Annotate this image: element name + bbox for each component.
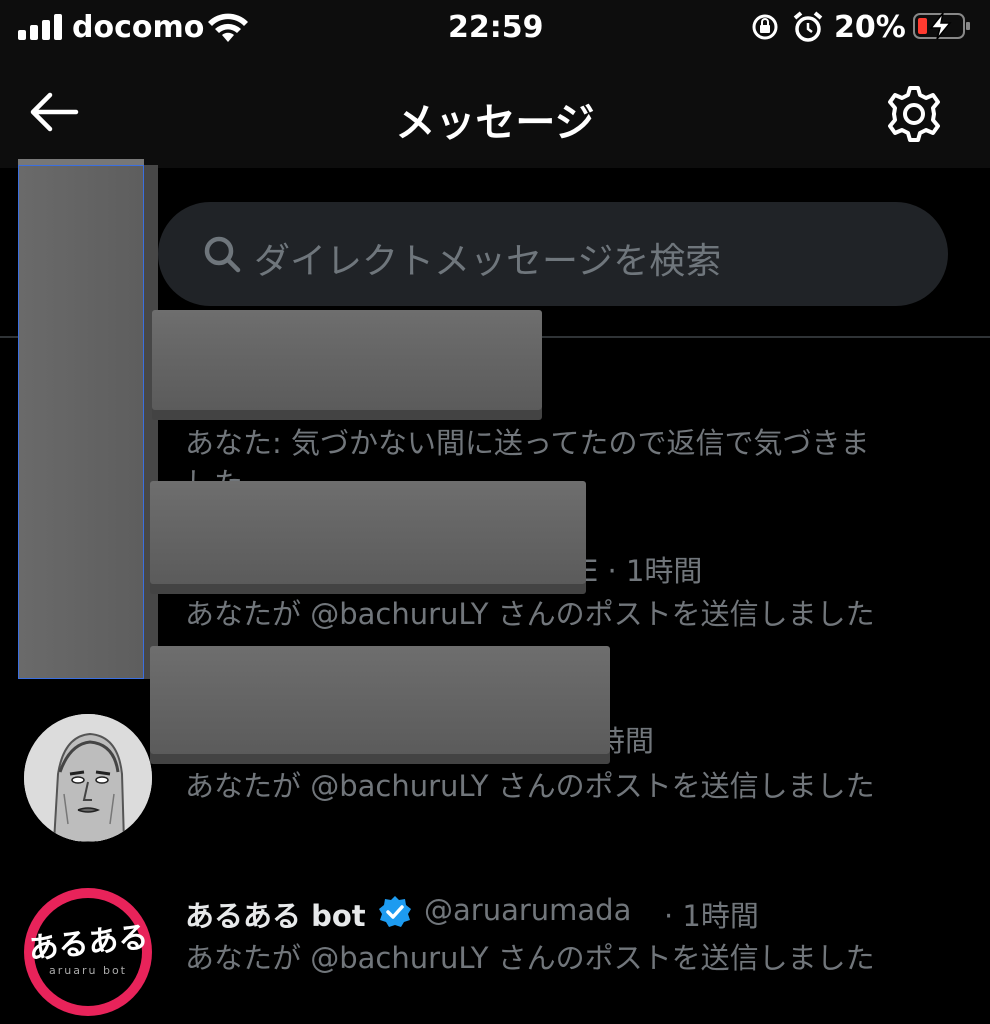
redaction-block bbox=[18, 165, 144, 679]
orientation-lock-icon bbox=[752, 14, 778, 40]
verified-badge-icon bbox=[379, 896, 411, 927]
carrier-name: docomo bbox=[72, 10, 205, 45]
search-icon bbox=[204, 236, 241, 273]
clock-time: 22:59 bbox=[448, 10, 544, 45]
message-time: · 1時間 bbox=[664, 899, 759, 933]
search-placeholder: ダイレクトメッセージを検索 bbox=[254, 241, 722, 282]
message-preview: あなたが @bachuruLY さんのポストを送信しました bbox=[185, 769, 875, 803]
gear-icon[interactable] bbox=[884, 84, 944, 144]
alarm-icon bbox=[793, 11, 823, 42]
account-name: あるある bot bbox=[185, 899, 366, 933]
battery-percent: 20% bbox=[834, 10, 906, 45]
page-title: メッセージ bbox=[395, 100, 595, 146]
logo-subtext: aruaru bot bbox=[49, 964, 127, 977]
avatar: あるある aruaru bot bbox=[24, 888, 152, 1016]
avatar bbox=[24, 714, 152, 842]
account-handle: @aruarumada bbox=[424, 893, 632, 927]
message-preview: あなたが @bachuruLY さんのポストを送信しました bbox=[185, 941, 875, 975]
conversation-meta: E · 1時間 bbox=[580, 554, 703, 588]
signal-icon bbox=[18, 14, 62, 40]
message-preview: あなた: 気づかない間に送ってたので返信で気づきま bbox=[185, 426, 870, 460]
battery-charging-icon bbox=[913, 12, 970, 40]
nav-bar: メッセージ bbox=[0, 60, 990, 168]
search-input[interactable]: ダイレクトメッセージを検索 bbox=[158, 202, 948, 306]
portrait-illustration bbox=[24, 714, 152, 842]
message-preview: あなたが @bachuruLY さんのポストを送信しました bbox=[185, 597, 875, 631]
redaction-block bbox=[152, 310, 542, 410]
status-bar: docomo 22:59 20% bbox=[0, 0, 990, 60]
redaction-block bbox=[150, 481, 586, 584]
wifi-icon bbox=[208, 13, 248, 42]
redaction-block bbox=[150, 646, 610, 754]
message-preview-continued: した bbox=[185, 460, 243, 482]
